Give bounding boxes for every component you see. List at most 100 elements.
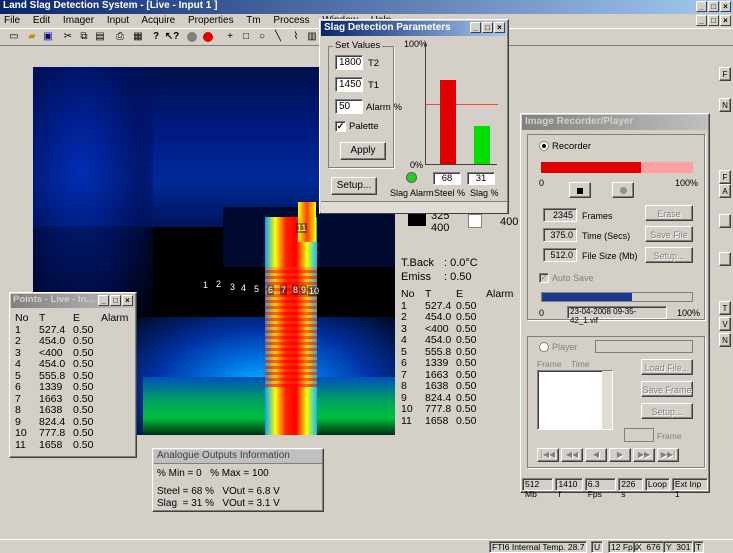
- menu-properties[interactable]: Properties: [188, 15, 234, 26]
- side-button-f1[interactable]: F: [719, 67, 731, 81]
- points-maximize-button[interactable]: □: [110, 295, 121, 306]
- table-row[interactable]: 10 777.8 0.50: [399, 403, 515, 416]
- save-frame-button[interactable]: Save Frame: [641, 381, 693, 397]
- rewind-button[interactable]: ◀◀: [561, 448, 583, 462]
- side-button-f2[interactable]: F: [719, 170, 731, 184]
- slag-close-button[interactable]: ×: [494, 22, 505, 33]
- palette-checkbox[interactable]: ✓: [335, 121, 346, 132]
- slag-dialog-scrollbar[interactable]: [321, 201, 507, 213]
- points-close-button[interactable]: ×: [122, 295, 133, 306]
- menu-tm[interactable]: Tm: [246, 15, 260, 26]
- table-row[interactable]: 2 454.0 0.50: [399, 311, 515, 324]
- player-radio[interactable]: [539, 342, 549, 352]
- player-list-scrollbar[interactable]: [602, 371, 612, 429]
- side-button-t[interactable]: T: [719, 301, 731, 315]
- child-minimize-button[interactable]: _: [696, 15, 707, 26]
- player-file-field[interactable]: [595, 340, 693, 353]
- player-frame-list[interactable]: [537, 370, 613, 430]
- context-help-icon[interactable]: ↖?: [164, 30, 180, 44]
- points-minimize-button[interactable]: _: [98, 295, 109, 306]
- record-button[interactable]: [612, 182, 634, 198]
- copy-icon[interactable]: ⧉: [76, 30, 92, 44]
- recorder-radio[interactable]: [539, 141, 549, 151]
- menu-imager[interactable]: Imager: [63, 15, 94, 26]
- marker-2[interactable]: 2: [215, 279, 223, 289]
- table-row[interactable]: 6 1339 0.50: [399, 357, 515, 370]
- slag-maximize-button[interactable]: □: [482, 22, 493, 33]
- crosshair-icon[interactable]: +: [222, 30, 238, 44]
- child-close-button[interactable]: ×: [720, 15, 731, 26]
- marker-11[interactable]: 11: [296, 223, 308, 233]
- alarm-percent-input[interactable]: 50: [335, 99, 363, 114]
- menu-edit[interactable]: Edit: [33, 15, 50, 26]
- table-row[interactable]: 1 527.4 0.50: [13, 324, 130, 337]
- table-row[interactable]: 8 1638 0.50: [13, 404, 130, 417]
- t2-input[interactable]: 1800: [335, 55, 363, 70]
- marker-5[interactable]: 5: [253, 284, 261, 294]
- side-button-blank-1[interactable]: [719, 214, 731, 228]
- line-icon[interactable]: ╲: [270, 30, 286, 44]
- marker-4[interactable]: 4: [240, 283, 248, 293]
- circle-icon[interactable]: ○: [254, 30, 270, 44]
- menu-acquire[interactable]: Acquire: [141, 15, 175, 26]
- side-button-n2[interactable]: N: [719, 333, 731, 347]
- auto-save-checkbox[interactable]: ✓: [539, 273, 549, 283]
- slag-setup-button[interactable]: Setup...: [331, 177, 377, 195]
- table-row[interactable]: 4 454.0 0.50: [399, 334, 515, 347]
- play-button[interactable]: ▶: [609, 448, 631, 462]
- side-button-a[interactable]: A: [719, 184, 731, 198]
- histogram-icon[interactable]: ▥: [304, 30, 320, 44]
- apply-button[interactable]: Apply: [340, 142, 386, 160]
- app-maximize-button[interactable]: □: [708, 1, 719, 12]
- table-row[interactable]: 2 454.0 0.50: [13, 335, 130, 348]
- side-button-v[interactable]: V: [719, 317, 731, 331]
- stop-button[interactable]: [569, 182, 591, 198]
- paste-icon[interactable]: ▤: [92, 30, 108, 44]
- table-row[interactable]: 7 1663 0.50: [13, 393, 130, 406]
- recorder-titlebar[interactable]: Image Recorder/Player: [522, 115, 708, 130]
- skip-end-button[interactable]: ▶▶|: [657, 448, 679, 462]
- save-icon[interactable]: ▣: [40, 30, 56, 44]
- app-minimize-button[interactable]: _: [696, 1, 707, 12]
- marker-3[interactable]: 3: [229, 282, 237, 292]
- marker-7[interactable]: 7: [280, 285, 288, 295]
- step-back-button[interactable]: ◀: [585, 448, 607, 462]
- menu-input[interactable]: Input: [107, 15, 129, 26]
- preview-icon[interactable]: ▦: [130, 30, 146, 44]
- table-row[interactable]: 11 1658 0.50: [399, 415, 515, 428]
- marker-9[interactable]: 9: [300, 285, 308, 295]
- fast-forward-button[interactable]: ▶▶: [633, 448, 655, 462]
- table-row[interactable]: 9 824.4 0.50: [13, 416, 130, 429]
- recorder-setup-button[interactable]: Setup...: [645, 247, 693, 263]
- save-file-button[interactable]: Save File: [645, 226, 693, 242]
- menu-process[interactable]: Process: [273, 15, 309, 26]
- table-row[interactable]: 11 1658 0.50: [13, 439, 130, 452]
- rectangle-icon[interactable]: □: [238, 30, 254, 44]
- skip-start-button[interactable]: |◀◀: [537, 448, 559, 462]
- new-file-icon[interactable]: ▭: [6, 30, 22, 44]
- slag-minimize-button[interactable]: _: [470, 22, 481, 33]
- child-restore-button[interactable]: □: [708, 15, 719, 26]
- table-row[interactable]: 3 <400 0.50: [13, 347, 130, 360]
- marker-10[interactable]: 10: [308, 286, 321, 296]
- load-file-button[interactable]: Load File...: [641, 359, 693, 375]
- erase-button[interactable]: Erase: [645, 205, 693, 221]
- side-button-blank-2[interactable]: [719, 252, 731, 266]
- marker-6[interactable]: 6: [267, 285, 275, 295]
- table-row[interactable]: 5 555.8 0.50: [13, 370, 130, 383]
- table-row[interactable]: 8 1638 0.50: [399, 380, 515, 393]
- marker-8[interactable]: 8: [292, 285, 300, 295]
- marker-1[interactable]: 1: [202, 280, 210, 290]
- frame-number-field[interactable]: [624, 428, 654, 442]
- t1-input[interactable]: 1450: [335, 77, 363, 92]
- player-setup-button[interactable]: Setup...: [641, 403, 693, 419]
- record-grey-icon[interactable]: [184, 30, 200, 44]
- menu-file[interactable]: File: [4, 15, 20, 26]
- table-row[interactable]: 10 777.8 0.50: [13, 427, 130, 440]
- record-red-icon[interactable]: [200, 30, 216, 44]
- graph-icon[interactable]: ⌇: [288, 30, 304, 44]
- side-button-n1[interactable]: N: [719, 98, 731, 112]
- cut-icon[interactable]: ✂: [60, 30, 76, 44]
- print-icon[interactable]: ⎙: [112, 30, 128, 44]
- help-icon[interactable]: ?: [148, 30, 164, 44]
